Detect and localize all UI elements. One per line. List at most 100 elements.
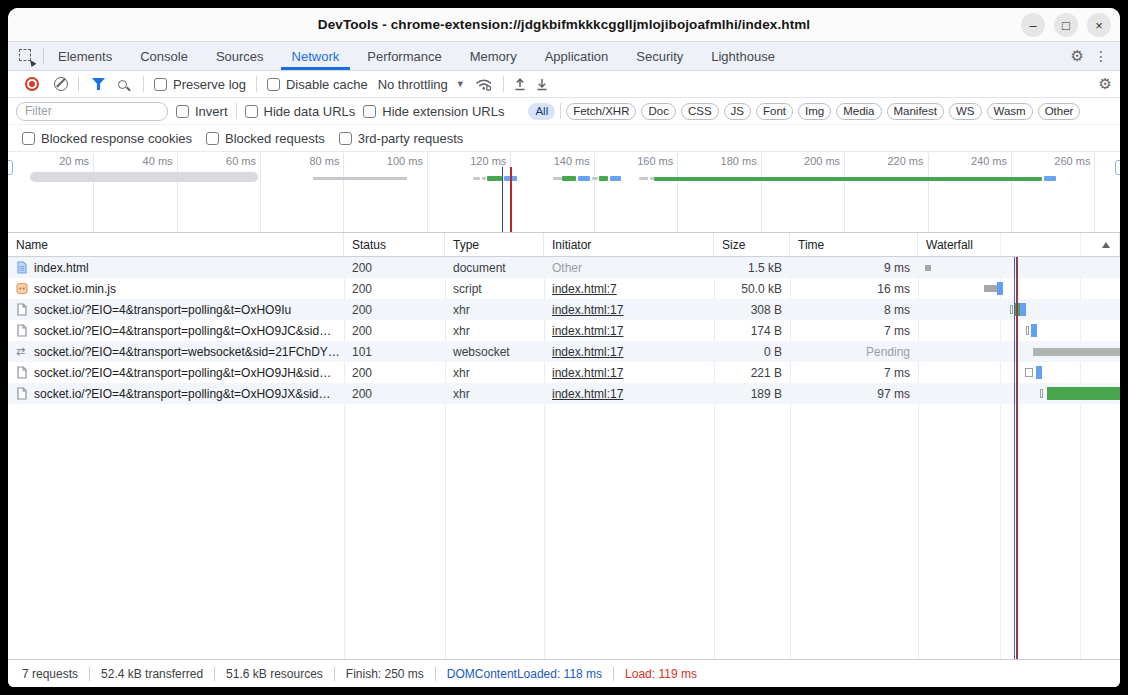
network-settings-gear-icon[interactable]: ⚙ bbox=[1099, 75, 1112, 93]
request-type: xhr bbox=[445, 383, 544, 404]
record-button[interactable] bbox=[25, 77, 39, 91]
waterfall-cell bbox=[918, 299, 1120, 320]
import-har-icon[interactable] bbox=[536, 77, 548, 91]
checkbox[interactable] bbox=[22, 132, 35, 145]
checkbox[interactable] bbox=[176, 105, 189, 118]
blocked-requests-checkbox[interactable]: Blocked requests bbox=[206, 131, 325, 146]
filter-pill-doc[interactable]: Doc bbox=[641, 103, 675, 120]
tab-network[interactable]: Network bbox=[278, 42, 354, 70]
filter-icon[interactable] bbox=[92, 78, 105, 90]
request-name[interactable]: socket.io/?EIO=4&transport=polling&t=OxH… bbox=[8, 320, 344, 341]
filter-pill-other[interactable]: Other bbox=[1038, 103, 1081, 120]
request-initiator[interactable]: index.html:17 bbox=[544, 341, 714, 362]
column-header-initiator[interactable]: Initiator bbox=[544, 233, 714, 256]
ruler-label: 200 ms bbox=[804, 155, 844, 167]
request-type: script bbox=[445, 278, 544, 299]
request-initiator[interactable]: index.html:17 bbox=[544, 299, 714, 320]
filter-pill-ws[interactable]: WS bbox=[949, 103, 982, 120]
filter-pill-js[interactable]: JS bbox=[724, 103, 751, 120]
titlebar[interactable]: DevTools - chrome-extension://jdgkbifmkk… bbox=[8, 8, 1120, 42]
tab-performance[interactable]: Performance bbox=[353, 42, 455, 70]
search-icon[interactable] bbox=[118, 80, 127, 89]
clear-button[interactable] bbox=[54, 77, 68, 91]
invert-checkbox[interactable]: Invert bbox=[176, 104, 228, 119]
checkbox[interactable] bbox=[245, 105, 258, 118]
filter-pill-fetch-xhr[interactable]: Fetch/XHR bbox=[566, 103, 636, 120]
request-row[interactable]: socket.io.min.js200scriptindex.html:750.… bbox=[8, 278, 1120, 299]
tab-application[interactable]: Application bbox=[531, 42, 623, 70]
tab-lighthouse[interactable]: Lighthouse bbox=[697, 42, 789, 70]
request-row[interactable]: socket.io/?EIO=4&transport=polling&t=OxH… bbox=[8, 362, 1120, 383]
request-time: 7 ms bbox=[790, 320, 918, 341]
disable-cache-checkbox[interactable]: Disable cache bbox=[267, 77, 368, 92]
ruler-gridline bbox=[761, 153, 762, 232]
request-row[interactable]: socket.io/?EIO=4&transport=polling&t=OxH… bbox=[8, 320, 1120, 341]
filter-pill-manifest[interactable]: Manifest bbox=[887, 103, 944, 120]
overview-request-bar bbox=[487, 176, 502, 181]
tab-elements[interactable]: Elements bbox=[44, 42, 126, 70]
minimize-button[interactable]: – bbox=[1021, 13, 1045, 37]
maximize-button[interactable]: □ bbox=[1054, 13, 1078, 37]
request-row[interactable]: socket.io/?EIO=4&transport=polling&t=OxH… bbox=[8, 299, 1120, 320]
ruler-label: 180 ms bbox=[721, 155, 761, 167]
hide-extension-urls-checkbox[interactable]: Hide extension URLs bbox=[363, 104, 504, 119]
column-header-name[interactable]: Name bbox=[8, 233, 344, 256]
export-har-icon[interactable] bbox=[514, 77, 526, 91]
overview-request-bar bbox=[1044, 176, 1056, 181]
sort-ascending-icon[interactable] bbox=[1102, 242, 1110, 248]
request-name[interactable]: socket.io/?EIO=4&transport=polling&t=OxH… bbox=[8, 362, 344, 383]
filter-input[interactable]: Filter bbox=[16, 102, 168, 121]
request-initiator[interactable]: index.html:7 bbox=[544, 278, 714, 299]
column-header-waterfall[interactable]: Waterfall bbox=[918, 233, 1120, 256]
filter-pill-css[interactable]: CSS bbox=[681, 103, 719, 120]
filter-pill-font[interactable]: Font bbox=[756, 103, 793, 120]
tab-console[interactable]: Console bbox=[126, 42, 202, 70]
checkbox[interactable] bbox=[363, 105, 376, 118]
request-name[interactable]: ⇄socket.io/?EIO=4&transport=websocket&si… bbox=[8, 341, 344, 362]
tab-security[interactable]: Security bbox=[622, 42, 697, 70]
throttling-dropdown[interactable]: No throttling▼ bbox=[378, 77, 465, 92]
request-row[interactable]: socket.io/?EIO=4&transport=polling&t=OxH… bbox=[8, 383, 1120, 404]
checkbox[interactable] bbox=[154, 78, 167, 91]
column-header-status[interactable]: Status bbox=[344, 233, 445, 256]
column-header-time[interactable]: Time bbox=[790, 233, 918, 256]
overview-left-grip[interactable] bbox=[8, 160, 13, 175]
request-name[interactable]: socket.io.min.js bbox=[8, 278, 344, 299]
filter-pill-all[interactable]: All bbox=[528, 103, 555, 120]
network-overview-timeline[interactable]: 20 ms40 ms60 ms80 ms100 ms120 ms140 ms16… bbox=[8, 152, 1120, 233]
request-initiator[interactable]: index.html:17 bbox=[544, 362, 714, 383]
column-header-size[interactable]: Size bbox=[714, 233, 790, 256]
request-initiator[interactable]: index.html:17 bbox=[544, 320, 714, 341]
request-initiator[interactable]: index.html:17 bbox=[544, 383, 714, 404]
more-options-icon[interactable]: ⋮ bbox=[1090, 48, 1112, 64]
request-name[interactable]: index.html bbox=[8, 257, 344, 278]
request-size: 189 B bbox=[714, 383, 790, 404]
checkbox[interactable] bbox=[267, 78, 280, 91]
request-row[interactable]: ⇄socket.io/?EIO=4&transport=websocket&si… bbox=[8, 341, 1120, 362]
hide-data-urls-checkbox[interactable]: Hide data URLs bbox=[245, 104, 356, 119]
checkbox[interactable] bbox=[339, 132, 352, 145]
third-party-requests-checkbox[interactable]: 3rd-party requests bbox=[339, 131, 464, 146]
tab-sources[interactable]: Sources bbox=[202, 42, 278, 70]
request-initiator: Other bbox=[544, 257, 714, 278]
column-header-type[interactable]: Type bbox=[445, 233, 544, 256]
overview-right-grip[interactable] bbox=[1115, 160, 1120, 175]
filter-pill-img[interactable]: Img bbox=[798, 103, 831, 120]
document-file-icon bbox=[16, 261, 28, 274]
request-name[interactable]: socket.io/?EIO=4&transport=polling&t=OxH… bbox=[8, 383, 344, 404]
inspect-element-button[interactable] bbox=[16, 42, 43, 70]
preserve-log-checkbox[interactable]: Preserve log bbox=[154, 77, 246, 92]
request-size: 174 B bbox=[714, 320, 790, 341]
waterfall-cell bbox=[918, 362, 1120, 383]
checkbox[interactable] bbox=[206, 132, 219, 145]
filter-pill-wasm[interactable]: Wasm bbox=[987, 103, 1033, 120]
close-button[interactable]: × bbox=[1087, 13, 1111, 37]
request-row[interactable]: index.html200documentOther1.5 kB9 ms bbox=[8, 257, 1120, 278]
blocked-response-cookies-checkbox[interactable]: Blocked response cookies bbox=[22, 131, 192, 146]
tab-memory[interactable]: Memory bbox=[456, 42, 531, 70]
request-name[interactable]: socket.io/?EIO=4&transport=polling&t=OxH… bbox=[8, 299, 344, 320]
settings-gear-icon[interactable]: ⚙ bbox=[1071, 47, 1084, 65]
request-size: 308 B bbox=[714, 299, 790, 320]
network-conditions-icon[interactable] bbox=[475, 77, 493, 91]
filter-pill-media[interactable]: Media bbox=[836, 103, 881, 120]
